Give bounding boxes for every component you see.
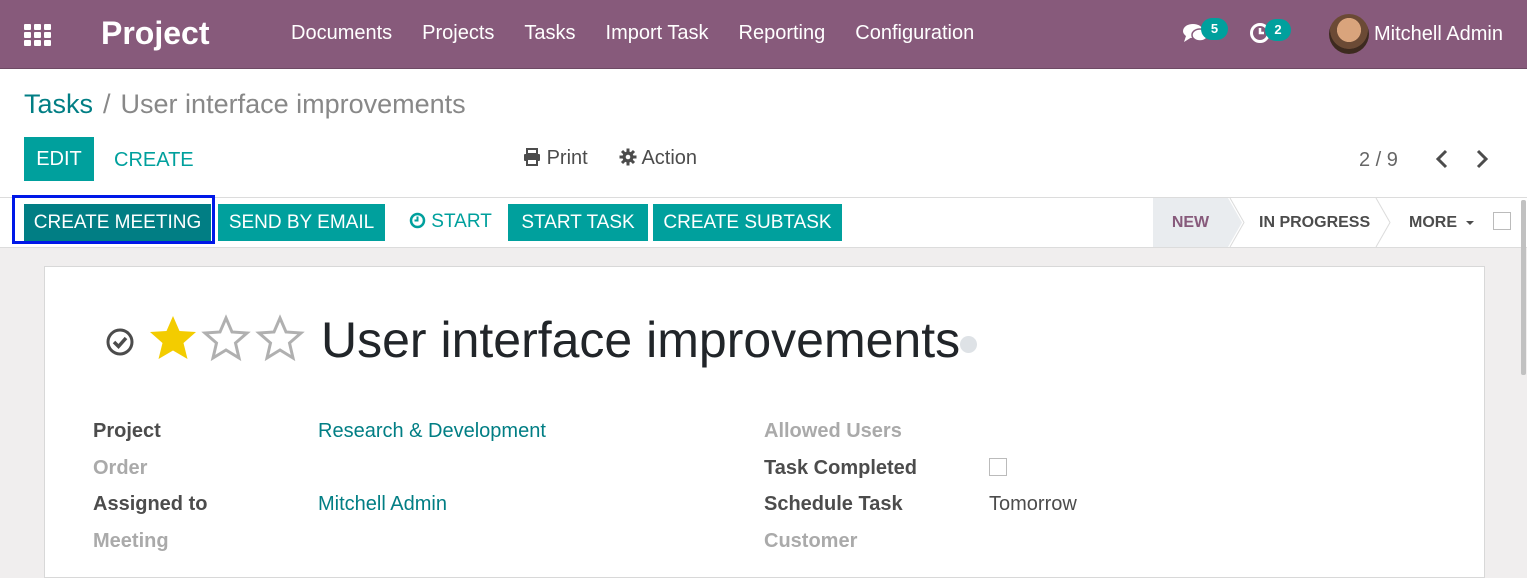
avatar[interactable] xyxy=(1329,14,1369,54)
print-label: Print xyxy=(546,147,588,169)
action-dropdown[interactable]: Action xyxy=(619,147,697,170)
create-button[interactable]: CREATE xyxy=(114,149,194,172)
assigned-to-label: Assigned to xyxy=(93,493,208,515)
send-by-email-button[interactable]: SEND BY EMAIL xyxy=(218,204,385,241)
user-menu[interactable]: Mitchell Admin xyxy=(1374,23,1503,46)
form-statusbar: CREATE MEETING SEND BY EMAIL START START… xyxy=(0,195,1527,248)
scrollbar[interactable] xyxy=(1521,200,1526,375)
order-label: Order xyxy=(93,457,148,479)
edit-button[interactable]: EDIT xyxy=(24,137,94,181)
main-menu: Documents Projects Tasks Import Task Rep… xyxy=(291,22,1004,45)
start-task-button[interactable]: START TASK xyxy=(508,204,648,241)
menu-documents[interactable]: Documents xyxy=(291,22,392,45)
pager-value[interactable]: 2 / 9 xyxy=(1359,149,1398,172)
task-completed-label: Task Completed xyxy=(764,457,917,479)
start-label: START xyxy=(431,211,492,232)
kanban-state-icon[interactable] xyxy=(960,336,977,353)
breadcrumb-current: User interface improvements xyxy=(120,89,466,119)
star-filled-icon[interactable] xyxy=(148,313,198,363)
highlight-box xyxy=(12,195,215,244)
clock-icon xyxy=(409,212,426,229)
pager-next-icon[interactable] xyxy=(1473,149,1491,169)
check-circle-icon[interactable] xyxy=(105,327,135,357)
apps-menu-icon[interactable] xyxy=(24,24,52,46)
schedule-task-value[interactable]: Tomorrow xyxy=(989,493,1077,516)
project-value[interactable]: Research & Development xyxy=(318,420,546,443)
breadcrumb-tasks-link[interactable]: Tasks xyxy=(24,89,93,119)
stage-new[interactable]: NEW xyxy=(1153,198,1228,247)
control-panel: Tasks / User interface improvements EDIT C… xyxy=(0,69,1527,198)
printer-icon xyxy=(524,148,540,166)
meeting-label: Meeting xyxy=(93,530,169,552)
stage-in-progress[interactable]: IN PROGRESS xyxy=(1259,198,1370,247)
top-navbar: Project Documents Projects Tasks Import … xyxy=(0,0,1527,69)
print-dropdown[interactable]: Print xyxy=(523,147,588,170)
task-title[interactable]: User interface improvements xyxy=(321,311,960,369)
star-empty-icon[interactable] xyxy=(201,313,251,363)
menu-projects[interactable]: Projects xyxy=(422,22,494,45)
create-subtask-button[interactable]: CREATE SUBTASK xyxy=(653,204,842,241)
project-label: Project xyxy=(93,420,161,442)
start-timer-button[interactable]: START xyxy=(409,211,492,233)
statusbar-checkbox[interactable] xyxy=(1493,212,1511,230)
breadcrumb: Tasks / User interface improvements xyxy=(24,89,466,120)
stage-arrow xyxy=(1228,198,1245,247)
app-brand[interactable]: Project xyxy=(101,15,209,52)
caret-down-icon xyxy=(1466,221,1475,225)
menu-configuration[interactable]: Configuration xyxy=(855,22,974,45)
action-label: Action xyxy=(641,147,698,169)
allowed-users-label: Allowed Users xyxy=(764,420,902,442)
stage-more-dropdown[interactable]: MORE xyxy=(1409,198,1475,247)
activities-badge: 2 xyxy=(1265,19,1291,41)
customer-label: Customer xyxy=(764,530,858,552)
task-completed-checkbox[interactable] xyxy=(989,458,1007,476)
stage-arrow xyxy=(1375,198,1391,247)
assigned-to-value[interactable]: Mitchell Admin xyxy=(318,493,447,516)
more-label: MORE xyxy=(1409,214,1457,231)
gear-icon xyxy=(619,148,637,166)
pager-previous-icon[interactable] xyxy=(1433,149,1451,169)
menu-reporting[interactable]: Reporting xyxy=(739,22,826,45)
menu-import-task[interactable]: Import Task xyxy=(606,22,709,45)
star-empty-icon[interactable] xyxy=(255,313,305,363)
breadcrumb-separator: / xyxy=(103,89,111,119)
menu-tasks[interactable]: Tasks xyxy=(524,22,575,45)
messages-badge: 5 xyxy=(1201,18,1228,40)
schedule-task-label: Schedule Task xyxy=(764,493,903,515)
form-sheet: User interface improvements Project Rese… xyxy=(44,266,1485,578)
